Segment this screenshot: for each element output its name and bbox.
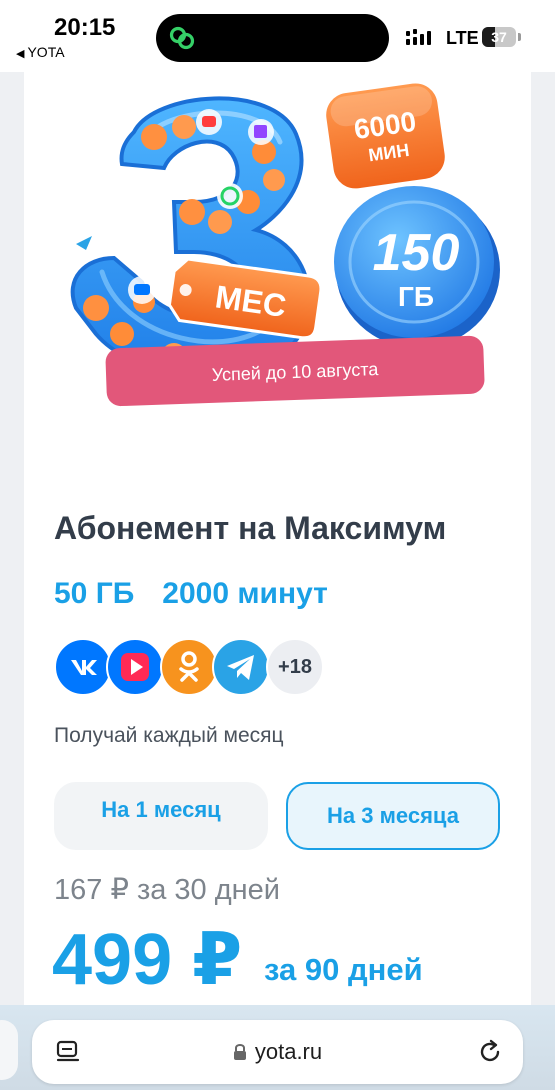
battery-level: 37 xyxy=(491,29,507,45)
price-period: за 90 дней xyxy=(264,952,423,987)
network-type: LTE xyxy=(446,28,479,48)
vk-video-icon xyxy=(106,638,164,696)
plan-subtitle: Получай каждый месяц xyxy=(54,724,284,747)
minutes-allowance: 2000 минут xyxy=(162,577,328,610)
gigabytes-coin: 150 ГБ xyxy=(334,186,500,348)
data-allowance: 50 ГБ xyxy=(54,577,135,610)
promo-illustration: 6000 МИН 150 ГБ МЕС Успей до 10 августа xyxy=(70,83,500,407)
period-1-month-button[interactable]: На 1 месяц xyxy=(54,782,268,850)
clock: 20:15 xyxy=(54,14,116,41)
plan-features: 50 ГБ 2000 минут xyxy=(54,577,356,611)
signal-icon xyxy=(406,29,431,45)
lock-icon xyxy=(233,1044,246,1060)
battery-cap xyxy=(518,33,521,41)
dynamic-island xyxy=(156,14,389,62)
more-apps-count[interactable]: +18 xyxy=(266,638,324,696)
reload-icon[interactable] xyxy=(477,1039,503,1065)
back-to-app-button[interactable]: ◀ YOTA xyxy=(16,44,65,60)
gigabytes-value: 150 xyxy=(373,224,460,282)
previous-tab[interactable] xyxy=(0,1020,18,1080)
telegram-icon xyxy=(212,638,270,696)
back-app-label: YOTA xyxy=(27,44,65,60)
total-price: 499 ₽ xyxy=(52,920,243,1000)
plan-title: Абонемент на Максимум xyxy=(54,510,447,546)
battery-icon: 37 xyxy=(482,27,516,47)
monthly-price: 167 ₽ за 30 дней xyxy=(54,874,281,906)
url-display[interactable]: yota.ru xyxy=(32,1020,523,1084)
browser-toolbar: yota.ru xyxy=(0,1005,555,1090)
minutes-badge: 6000 МИН xyxy=(326,83,445,189)
period-3-months-button[interactable]: На 3 месяца xyxy=(286,782,500,850)
tariff-card: 6000 МИН 150 ГБ МЕС Успей до 10 августа … xyxy=(24,72,531,1012)
url-text: yota.ru xyxy=(254,1039,323,1064)
odnoklassniki-icon xyxy=(160,638,218,696)
status-bar: 20:15 ◀ YOTA LTE 37 xyxy=(0,0,555,72)
gigabytes-unit: ГБ xyxy=(398,281,434,312)
link-activity-icon xyxy=(169,26,195,50)
back-arrow-icon: ◀ xyxy=(16,48,25,60)
vk-icon xyxy=(54,638,112,696)
address-bar[interactable]: yota.ru xyxy=(32,1020,523,1084)
